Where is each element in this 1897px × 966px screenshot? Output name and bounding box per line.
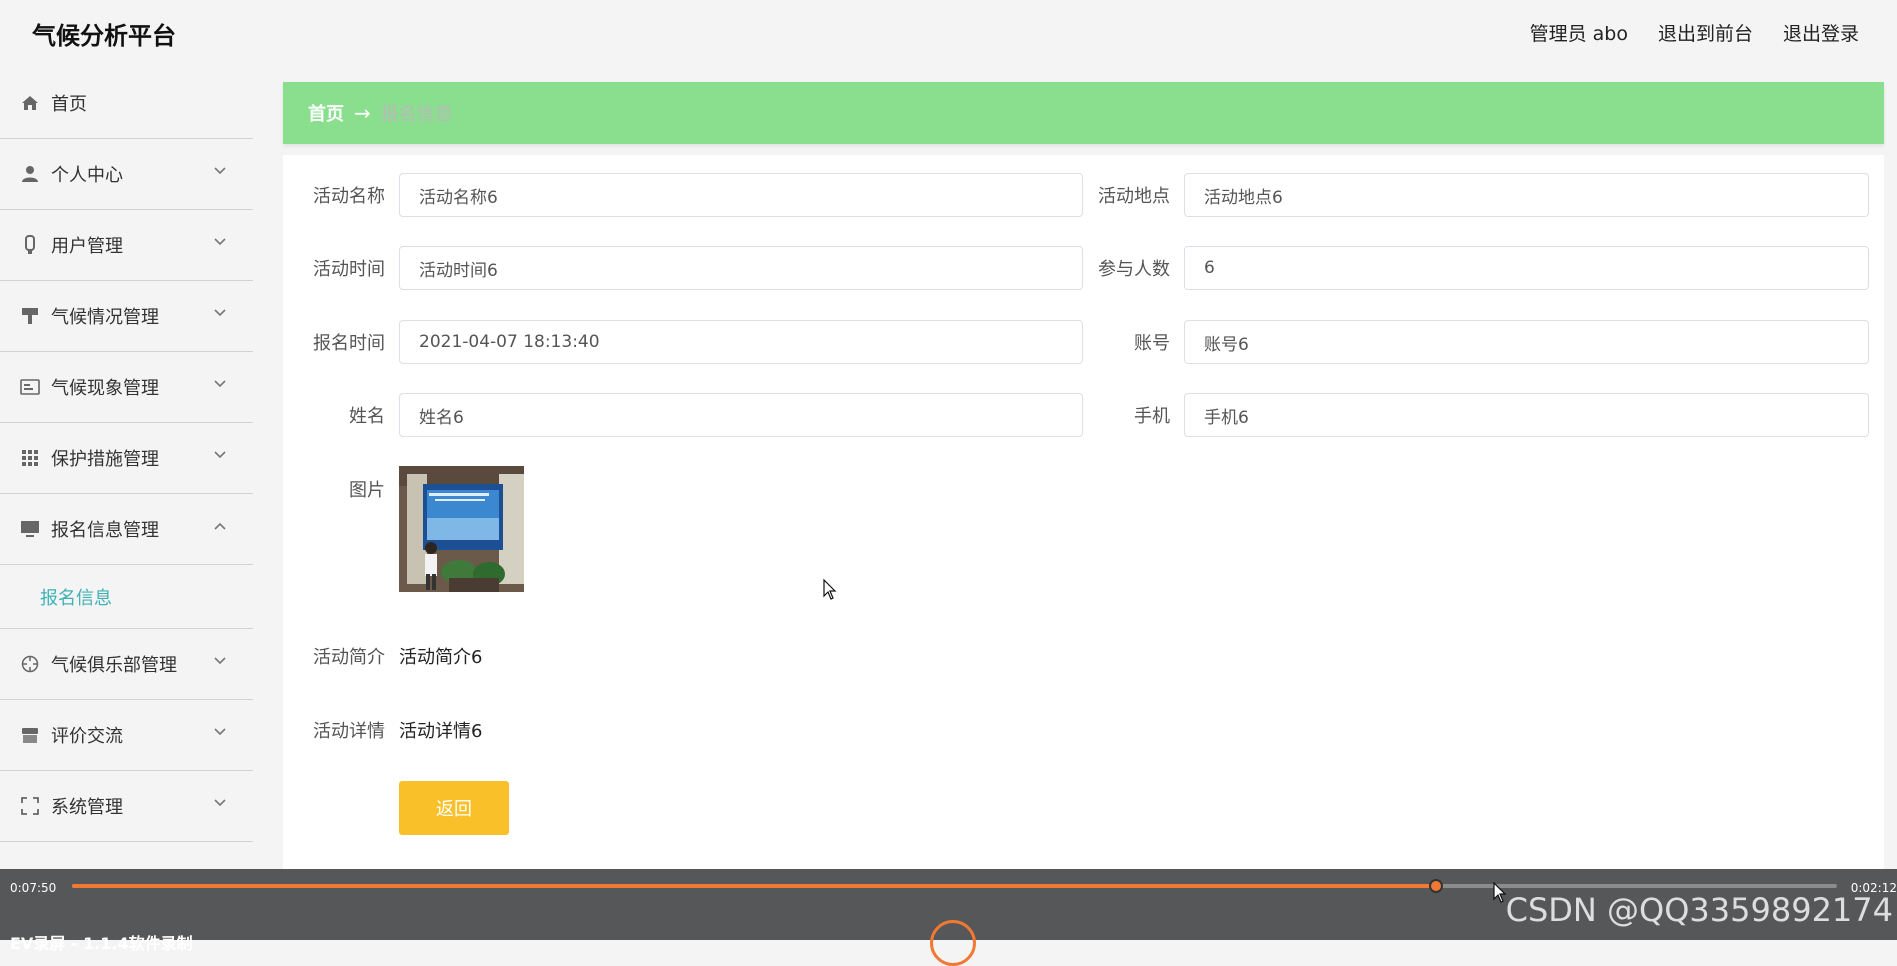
- form-row: 活动简介 活动简介6: [300, 633, 482, 679]
- chevron-down-icon: [214, 238, 226, 246]
- form-row: 手机 手机6: [1085, 392, 1869, 438]
- brush-icon: [20, 306, 40, 326]
- admin-user-label[interactable]: 管理员 abo: [1530, 19, 1628, 46]
- detail-value: 活动详情6: [399, 721, 483, 742]
- shop-icon: [20, 725, 40, 745]
- sidebar-item-label: 气候俱乐部管理: [51, 655, 177, 676]
- sidebar-item-label: 气候现象管理: [51, 378, 159, 399]
- chevron-down-icon: [214, 380, 226, 388]
- form-row: 活动时间 活动时间6: [300, 245, 1083, 291]
- play-pause-button[interactable]: [930, 920, 976, 966]
- phone-label: 手机: [1134, 406, 1170, 427]
- form-row: 参与人数 6: [1085, 245, 1869, 291]
- sidebar-item-label: 个人中心: [51, 165, 123, 186]
- form-row: 姓名 姓名6: [300, 392, 1083, 438]
- sidebar-item-label: 气候情况管理: [51, 307, 159, 328]
- video-player-bar: 0:07:50 0:02:12 CSDN @QQ3359892174 EV录屏 …: [0, 869, 1897, 966]
- exit-to-front-link[interactable]: 退出到前台: [1658, 19, 1753, 46]
- sidebar: 首页 个人中心 用户管理 气候情况管理 气候现象管理 保护措施管理 报名信息管理…: [0, 68, 253, 868]
- sidebar-subitem-label[interactable]: 报名信息: [40, 584, 112, 610]
- sidebar-subitem-signup-info[interactable]: 报名信息: [0, 565, 253, 629]
- logout-link[interactable]: 退出登录: [1783, 19, 1859, 46]
- account-label: 账号: [1134, 333, 1170, 354]
- activity-time-field[interactable]: 活动时间6: [399, 246, 1083, 290]
- breadcrumb-current: 报名信息: [380, 104, 453, 125]
- form-row: 报名时间 2021-04-07 18:13:40: [300, 319, 1083, 365]
- chevron-down-icon: [214, 451, 226, 459]
- sidebar-item-reviews[interactable]: 评价交流: [0, 700, 253, 771]
- activity-time-label: 活动时间: [313, 259, 385, 280]
- sidebar-item-home[interactable]: 首页: [0, 68, 253, 139]
- sidebar-item-climate-condition[interactable]: 气候情况管理: [0, 281, 253, 352]
- chevron-down-icon: [214, 167, 226, 175]
- form-row: 活动详情 活动详情6: [300, 707, 482, 753]
- app-title: 气候分析平台: [32, 22, 176, 50]
- activity-place-label: 活动地点: [1098, 186, 1170, 207]
- sidebar-item-label: 首页: [51, 94, 87, 115]
- activity-name-label: 活动名称: [313, 186, 385, 207]
- detail-label: 活动详情: [313, 721, 385, 742]
- form-row: 图片: [300, 466, 385, 512]
- sidebar-item-personal-center[interactable]: 个人中心: [0, 139, 253, 210]
- phone-field[interactable]: 手机6: [1184, 393, 1869, 437]
- sidebar-item-label: 保护措施管理: [51, 449, 159, 470]
- sidebar-item-label: 报名信息管理: [51, 520, 159, 541]
- progress-track[interactable]: [72, 884, 1837, 888]
- sidebar-item-signup-management[interactable]: 报名信息管理: [0, 494, 253, 565]
- grid-icon: [20, 448, 40, 468]
- activity-name-field[interactable]: 活动名称6: [399, 173, 1083, 217]
- watermark: CSDN @QQ3359892174: [1505, 891, 1893, 929]
- form-row: 账号 账号6: [1085, 319, 1869, 365]
- form-row: 活动地点 活动地点6: [1085, 172, 1869, 218]
- video-title: EV录屏 - 1.1.4软件录制: [10, 934, 193, 953]
- progress-knob[interactable]: [1429, 879, 1444, 893]
- mouse-cursor-icon: [823, 579, 837, 600]
- monitor-icon: [20, 519, 40, 539]
- progress-fill: [72, 884, 1437, 888]
- breadcrumb: 首页 → 报名信息: [283, 82, 1884, 144]
- account-field[interactable]: 账号6: [1184, 320, 1869, 364]
- sidebar-item-label: 系统管理: [51, 797, 123, 818]
- activity-place-field[interactable]: 活动地点6: [1184, 173, 1869, 217]
- intro-label: 活动简介: [313, 647, 385, 668]
- sidebar-item-climate-phenomenon[interactable]: 气候现象管理: [0, 352, 253, 423]
- sidebar-item-label: 评价交流: [51, 726, 123, 747]
- chevron-down-icon: [214, 309, 226, 317]
- sidebar-item-system-management[interactable]: 系统管理: [0, 771, 253, 842]
- card-icon: [20, 377, 40, 397]
- name-label: 姓名: [349, 406, 385, 427]
- top-header: 气候分析平台 管理员 abo 退出到前台 退出登录: [0, 0, 1897, 64]
- target-icon: [20, 654, 40, 674]
- chevron-down-icon: [214, 657, 226, 665]
- fullscreen-icon: [20, 796, 40, 816]
- chevron-down-icon: [214, 799, 226, 807]
- home-icon: [20, 93, 40, 113]
- current-time: 0:07:50: [10, 881, 57, 895]
- participants-label: 参与人数: [1098, 259, 1170, 280]
- form-row: 活动名称 活动名称6: [300, 172, 1083, 218]
- intro-value: 活动简介6: [399, 647, 483, 668]
- chevron-down-icon: [214, 728, 226, 736]
- breadcrumb-home[interactable]: 首页: [308, 100, 344, 126]
- users-icon: [20, 235, 40, 255]
- chevron-up-icon: [214, 522, 226, 530]
- sidebar-item-label: 用户管理: [51, 236, 123, 257]
- sidebar-item-user-management[interactable]: 用户管理: [0, 210, 253, 281]
- user-icon: [20, 164, 40, 184]
- participants-field[interactable]: 6: [1184, 246, 1869, 290]
- signup-time-label: 报名时间: [313, 333, 385, 354]
- breadcrumb-arrow: →: [354, 101, 371, 125]
- sidebar-item-climate-club[interactable]: 气候俱乐部管理: [0, 629, 253, 700]
- sidebar-item-protection-measures[interactable]: 保护措施管理: [0, 423, 253, 494]
- activity-photo[interactable]: [399, 466, 524, 592]
- picture-label: 图片: [349, 480, 385, 501]
- name-field[interactable]: 姓名6: [399, 393, 1083, 437]
- header-links: 管理员 abo 退出到前台 退出登录: [1530, 19, 1859, 46]
- back-button[interactable]: 返回: [399, 781, 509, 835]
- signup-time-field[interactable]: 2021-04-07 18:13:40: [399, 320, 1083, 364]
